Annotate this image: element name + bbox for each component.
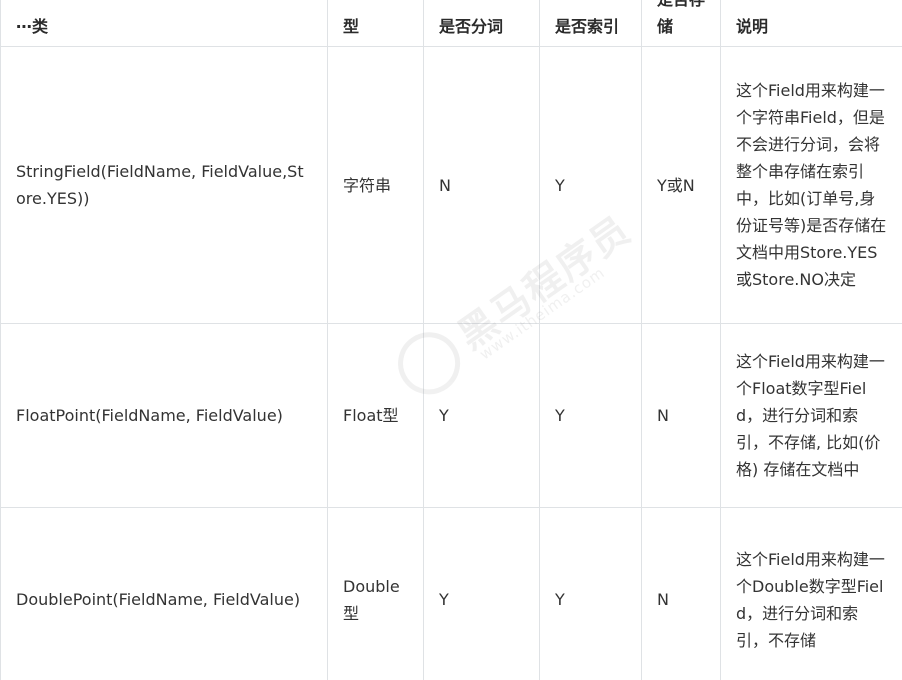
cell-data-type: Double型 (327, 507, 424, 680)
field-types-table: ⋯类 型 是否分词 是否索引 是否存储 说明 StringField(Field… (0, 0, 902, 680)
table-row: DoublePoint(FieldName, FieldValue) Doubl… (0, 507, 902, 680)
header-description: 说明 (720, 0, 902, 47)
table-header: ⋯类 型 是否分词 是否索引 是否存储 说明 (0, 0, 902, 47)
cell-stored: N (641, 323, 721, 508)
cell-tokenized: N (423, 46, 540, 324)
cell-description: 这个Field用来构建一个Double数字型Field，进行分词和索引，不存储 (720, 507, 902, 680)
header-stored: 是否存储 (641, 0, 721, 47)
table-row: FloatPoint(FieldName, FieldValue) Float型… (0, 323, 902, 508)
header-data-type: 型 (327, 0, 424, 47)
cell-data-type: Float型 (327, 323, 424, 508)
header-field-class: ⋯类 (0, 0, 328, 47)
cell-indexed: Y (539, 507, 642, 680)
document-page: ⋯类 型 是否分词 是否索引 是否存储 说明 StringField(Field… (0, 0, 902, 680)
header-row: ⋯类 型 是否分词 是否索引 是否存储 说明 (0, 0, 902, 47)
table-body: StringField(FieldName, FieldValue,Store.… (0, 46, 902, 680)
header-indexed: 是否索引 (539, 0, 642, 47)
cell-field-class: FloatPoint(FieldName, FieldValue) (0, 323, 328, 508)
cell-indexed: Y (539, 46, 642, 324)
cell-indexed: Y (539, 323, 642, 508)
cell-stored: N (641, 507, 721, 680)
cell-description: 这个Field用来构建一个字符串Field，但是不会进行分词，会将整个串存储在索… (720, 46, 902, 324)
table-row: StringField(FieldName, FieldValue,Store.… (0, 46, 902, 324)
header-tokenized: 是否分词 (423, 0, 540, 47)
cell-field-class: DoublePoint(FieldName, FieldValue) (0, 507, 328, 680)
cell-tokenized: Y (423, 323, 540, 508)
cell-field-class: StringField(FieldName, FieldValue,Store.… (0, 46, 328, 324)
cell-stored: Y或N (641, 46, 721, 324)
cell-data-type: 字符串 (327, 46, 424, 324)
cell-description: 这个Field用来构建一个Float数字型Field，进行分词和索引，不存储, … (720, 323, 902, 508)
cell-tokenized: Y (423, 507, 540, 680)
